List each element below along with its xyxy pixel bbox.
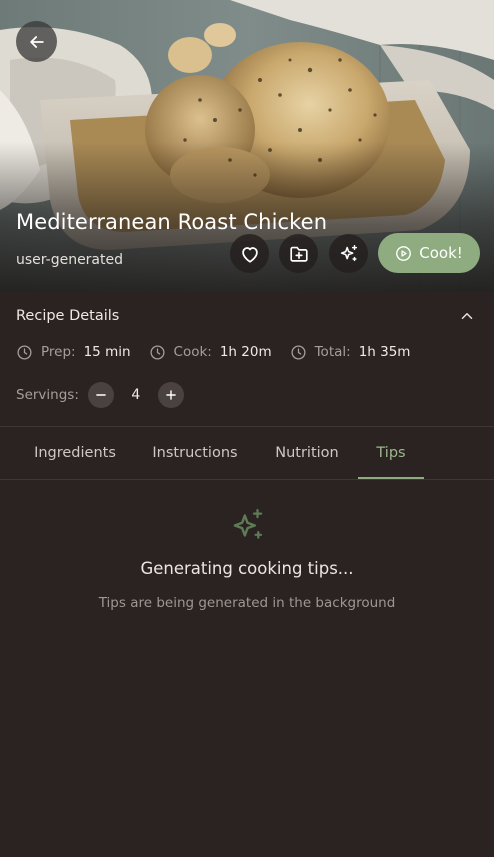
recipe-source: user-generated [16, 252, 124, 268]
tabs-divider [0, 479, 494, 480]
total-time: Total: 1h 35m [290, 344, 411, 361]
minus-icon [96, 394, 106, 396]
tab-ingredients[interactable]: Ingredients [16, 427, 134, 479]
heart-icon [241, 246, 258, 263]
prep-time: Prep: 15 min [16, 344, 131, 361]
tab-instructions[interactable]: Instructions [134, 427, 256, 479]
tips-loading-heading: Generating cooking tips... [140, 559, 354, 578]
decrease-servings-button[interactable] [87, 382, 114, 408]
cook-value: 1h 20m [219, 344, 272, 360]
tab-nutrition[interactable]: Nutrition [256, 427, 358, 479]
servings-count: 4 [131, 387, 141, 403]
play-circle-icon [396, 245, 412, 261]
prep-value: 15 min [83, 344, 131, 360]
cook-label: Cook: [173, 344, 212, 360]
recipe-details-title: Recipe Details [16, 308, 120, 324]
clock-icon [291, 344, 306, 360]
recipe-times: Prep: 15 min Cook: 1h 20m Total: 1h 35m [16, 342, 428, 362]
clock-icon [150, 344, 165, 360]
sparkles-icon [233, 508, 263, 539]
sparkles-icon [340, 244, 357, 261]
recipe-tabs: Ingredients Instructions Nutrition Tips [16, 427, 424, 479]
cook-button-label: Cook! [419, 244, 463, 262]
folder-plus-icon [289, 246, 308, 262]
increase-servings-button[interactable] [157, 382, 184, 408]
cook-button[interactable]: Cook! [378, 233, 480, 273]
total-value: 1h 35m [358, 344, 411, 360]
total-label: Total: [314, 344, 351, 360]
chevron-up-icon [461, 313, 473, 319]
servings-label: Servings: [16, 387, 79, 403]
arrow-left-icon [29, 35, 44, 48]
recipe-details-toggle[interactable]: Recipe Details [16, 305, 478, 327]
tab-tips[interactable]: Tips [358, 427, 424, 479]
servings-control: Servings: 4 [16, 381, 184, 409]
recipe-title: Mediterranean Roast Chicken [16, 210, 328, 234]
back-button[interactable] [16, 21, 57, 62]
tips-loading-subtext: Tips are being generated in the backgrou… [98, 595, 396, 611]
cook-time: Cook: 1h 20m [149, 344, 272, 361]
favorite-button[interactable] [230, 234, 269, 273]
clock-icon [17, 344, 32, 360]
add-to-collection-button[interactable] [279, 234, 318, 273]
ai-assist-button[interactable] [329, 234, 368, 273]
prep-label: Prep: [41, 344, 76, 360]
plus-icon [166, 390, 176, 400]
hero-image: Mediterranean Roast Chicken user-generat… [0, 0, 494, 292]
